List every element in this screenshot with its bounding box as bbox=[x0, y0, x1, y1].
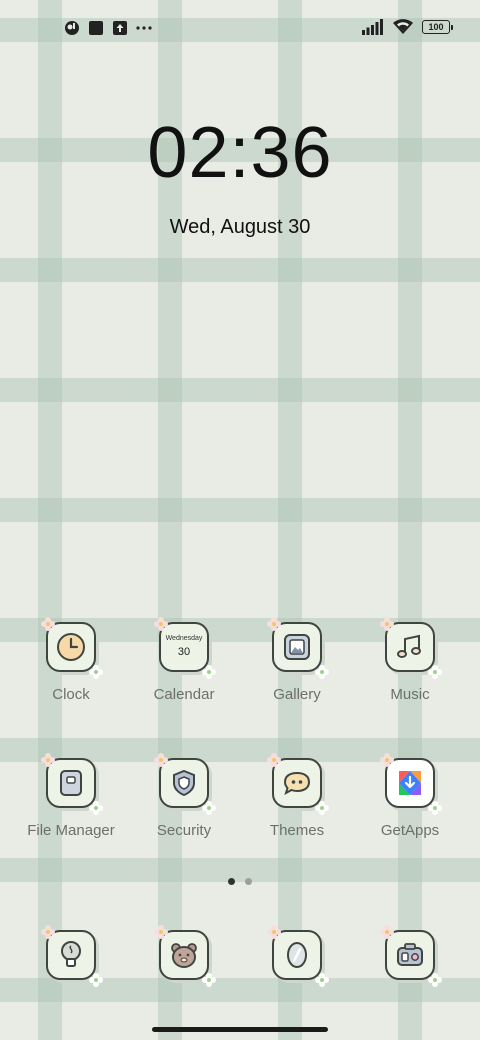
app-themes[interactable]: Themes bbox=[245, 753, 349, 839]
signal-icon bbox=[362, 18, 383, 35]
wifi-icon bbox=[393, 19, 413, 34]
status-right: 100 bbox=[362, 18, 453, 35]
camera-icon[interactable] bbox=[380, 925, 442, 987]
status-bar: 100 bbox=[64, 16, 453, 40]
app-label: Themes bbox=[269, 822, 325, 839]
page-indicator[interactable] bbox=[0, 878, 480, 885]
app-label: Music bbox=[390, 686, 430, 703]
app-clock[interactable]: Clock bbox=[19, 617, 123, 703]
clock-icon[interactable] bbox=[41, 617, 103, 679]
page-dot-1[interactable] bbox=[228, 878, 235, 885]
app-gallery[interactable]: Gallery bbox=[245, 617, 349, 703]
battery-icon: 100 bbox=[422, 19, 453, 34]
security-shield-icon[interactable] bbox=[154, 753, 216, 815]
app-label: GetApps bbox=[380, 822, 440, 839]
app-label: Security bbox=[156, 822, 212, 839]
dock-app-1[interactable] bbox=[19, 925, 123, 987]
page-dot-2[interactable] bbox=[245, 878, 252, 885]
app-security[interactable]: Security bbox=[132, 753, 236, 839]
clock-widget-time[interactable]: 02:36 bbox=[0, 112, 480, 194]
dock-app-4[interactable] bbox=[358, 925, 462, 987]
music-icon[interactable] bbox=[380, 617, 442, 679]
app-label: File Manager bbox=[27, 822, 115, 839]
themes-chat-icon[interactable] bbox=[267, 753, 329, 815]
app-notification-icon bbox=[65, 21, 79, 35]
app-label: Gallery bbox=[273, 686, 321, 703]
calendar-day: 30 bbox=[177, 645, 191, 658]
file-manager-icon[interactable] bbox=[41, 753, 103, 815]
app-label: Clock bbox=[52, 686, 90, 703]
home-indicator[interactable] bbox=[152, 1027, 328, 1032]
app-label: Calendar bbox=[153, 686, 215, 703]
battery-level: 100 bbox=[428, 21, 444, 32]
gallery-icon[interactable] bbox=[267, 617, 329, 679]
app-file-manager[interactable]: File Manager bbox=[19, 753, 123, 839]
dock-app-3[interactable] bbox=[245, 925, 349, 987]
upload-icon bbox=[113, 21, 127, 35]
app-calendar[interactable]: Wednesday 30 Calendar bbox=[132, 617, 236, 703]
mirror-icon[interactable] bbox=[267, 925, 329, 987]
app-music[interactable]: Music bbox=[358, 617, 462, 703]
status-left bbox=[64, 20, 152, 36]
more-dots-icon bbox=[136, 26, 152, 30]
bulb-icon[interactable] bbox=[41, 925, 103, 987]
clock-widget-date[interactable]: Wed, August 30 bbox=[0, 216, 480, 239]
app-getapps[interactable]: GetApps bbox=[358, 753, 462, 839]
calendar-weekday: Wednesday bbox=[165, 634, 203, 642]
bear-icon[interactable] bbox=[154, 925, 216, 987]
square-notification-icon bbox=[89, 21, 103, 35]
dock-app-2[interactable] bbox=[132, 925, 236, 987]
getapps-icon[interactable] bbox=[380, 753, 442, 815]
calendar-icon[interactable]: Wednesday 30 bbox=[154, 617, 216, 679]
